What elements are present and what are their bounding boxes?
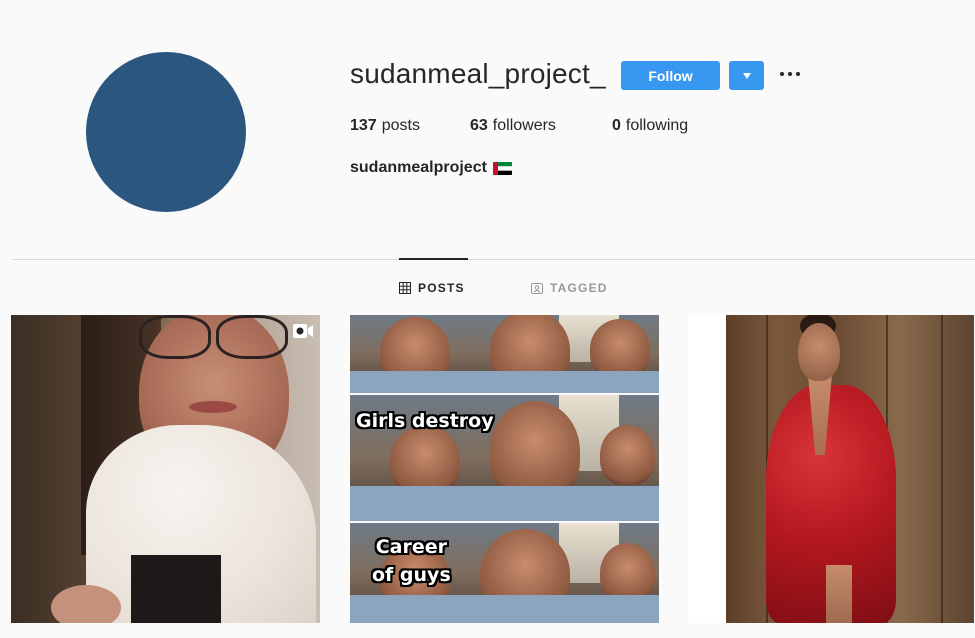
meme-caption-bottom-line2: of guys bbox=[372, 564, 451, 586]
post-image-part bbox=[380, 317, 450, 387]
meme-caption-bottom: Career of guys bbox=[372, 533, 451, 589]
video-icon bbox=[293, 324, 313, 338]
post-image-part bbox=[189, 401, 237, 413]
followers-count: 63 bbox=[470, 117, 488, 134]
post-thumbnail-1[interactable] bbox=[11, 315, 320, 623]
tab-tagged-label: TAGGED bbox=[550, 281, 608, 295]
post-image-part bbox=[131, 555, 221, 623]
posts-count: 137 bbox=[350, 117, 377, 134]
followers-stat[interactable]: 63 followers bbox=[470, 117, 612, 135]
post-image-part bbox=[490, 315, 570, 390]
avatar[interactable] bbox=[86, 52, 246, 212]
following-stat[interactable]: 0 following bbox=[612, 117, 688, 135]
post-image-part bbox=[941, 315, 943, 623]
following-label: following bbox=[625, 117, 689, 134]
grid-icon bbox=[399, 282, 411, 294]
post-image-part bbox=[600, 425, 655, 485]
bio-name: sudanmealproject bbox=[350, 159, 487, 176]
profile-bio: sudanmealproject bbox=[350, 159, 512, 177]
more-options-button[interactable] bbox=[779, 66, 801, 82]
post-image-part bbox=[490, 401, 580, 501]
post-image-part bbox=[216, 315, 288, 359]
following-count: 0 bbox=[612, 117, 621, 134]
post-image-part bbox=[798, 323, 840, 381]
uae-flag-icon bbox=[492, 161, 512, 175]
caret-down-icon bbox=[742, 72, 751, 79]
profile-stats: 137 posts 63 followers 0 following bbox=[350, 117, 688, 135]
post-image-part bbox=[590, 319, 650, 379]
profile-page: sudanmeal_project_ Follow 137 posts 63 f… bbox=[0, 0, 975, 638]
post-image-part bbox=[51, 585, 121, 623]
followers-label: followers bbox=[492, 117, 556, 134]
tab-posts[interactable]: POSTS bbox=[399, 281, 465, 295]
follow-button[interactable]: Follow bbox=[621, 61, 720, 90]
post-image-part bbox=[139, 315, 211, 359]
suggested-dropdown-button[interactable] bbox=[729, 61, 764, 90]
meme-caption-bottom-line1: Career bbox=[375, 536, 448, 558]
more-dots-icon bbox=[780, 72, 800, 76]
tab-tagged[interactable]: TAGGED bbox=[531, 281, 608, 295]
tab-posts-label: POSTS bbox=[418, 281, 465, 295]
meme-panel-1 bbox=[350, 315, 659, 393]
post-thumbnail-3[interactable] bbox=[688, 315, 974, 623]
post-thumbnail-2[interactable]: Girls destroy Career of guys bbox=[350, 315, 659, 623]
post-image-part bbox=[826, 565, 852, 623]
tabs-divider bbox=[12, 259, 975, 260]
tag-icon bbox=[531, 283, 543, 294]
profile-username: sudanmeal_project_ bbox=[350, 58, 606, 89]
meme-caption-top: Girls destroy bbox=[356, 410, 494, 432]
post-image-part bbox=[600, 543, 655, 603]
posts-stat: 137 posts bbox=[350, 117, 470, 135]
active-tab-indicator bbox=[399, 258, 468, 260]
post-image-part bbox=[480, 529, 570, 619]
post-image-part bbox=[390, 425, 460, 495]
posts-label: posts bbox=[381, 117, 420, 134]
